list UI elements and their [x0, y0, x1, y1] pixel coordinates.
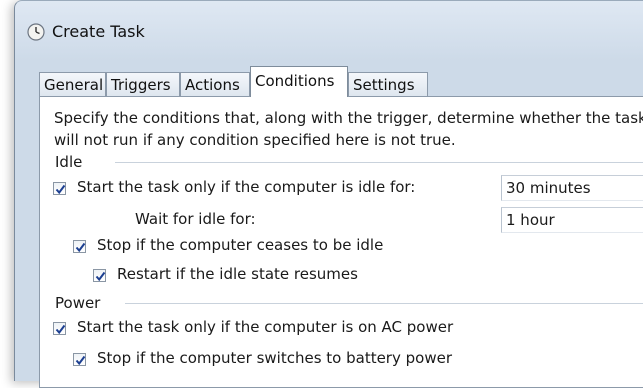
clock-icon — [27, 23, 45, 41]
tab-triggers[interactable]: Triggers — [106, 72, 180, 97]
description-line-1: Specify the conditions that, along with … — [54, 109, 643, 127]
wait-idle-field[interactable]: 1 hour — [501, 207, 643, 233]
description-line-2: will not run if any condition specified … — [54, 131, 456, 149]
idle-duration-field[interactable]: 30 minutes — [501, 175, 643, 201]
ac-power-checkbox[interactable] — [53, 322, 66, 335]
tab-actions[interactable]: Actions — [180, 72, 250, 97]
tab-settings[interactable]: Settings — [348, 72, 428, 97]
restart-idle-checkbox[interactable] — [93, 269, 106, 282]
checkmark-icon — [75, 355, 86, 366]
checkmark-icon — [55, 324, 66, 335]
checkmark-icon — [95, 271, 106, 282]
idle-group-divider — [115, 162, 643, 163]
tab-general[interactable]: General — [39, 72, 106, 97]
window-title: Create Task — [52, 22, 145, 41]
stop-idle-checkbox[interactable] — [73, 240, 86, 253]
tab-conditions[interactable]: Conditions — [250, 66, 348, 97]
start-idle-checkbox[interactable] — [53, 182, 66, 195]
create-task-window: Create Task General Triggers Actions Con… — [14, 0, 643, 388]
power-group-label: Power — [55, 294, 101, 312]
checkmark-icon — [75, 242, 86, 253]
battery-stop-checkbox[interactable] — [73, 353, 86, 366]
stop-idle-label[interactable]: Stop if the computer ceases to be idle — [97, 236, 383, 254]
description-text: Specify the conditions that, along with … — [54, 107, 643, 151]
idle-group-label: Idle — [55, 153, 83, 171]
restart-idle-label[interactable]: Restart if the idle state resumes — [117, 265, 358, 283]
conditions-panel: Specify the conditions that, along with … — [39, 96, 643, 388]
start-idle-label[interactable]: Start the task only if the computer is i… — [77, 178, 415, 196]
title-bar[interactable]: Create Task — [15, 1, 643, 61]
checkmark-icon — [55, 184, 66, 195]
wait-idle-label: Wait for idle for: — [135, 210, 256, 228]
power-group-divider — [125, 303, 643, 304]
ac-power-label[interactable]: Start the task only if the computer is o… — [77, 318, 453, 336]
battery-stop-label[interactable]: Stop if the computer switches to battery… — [97, 349, 452, 367]
